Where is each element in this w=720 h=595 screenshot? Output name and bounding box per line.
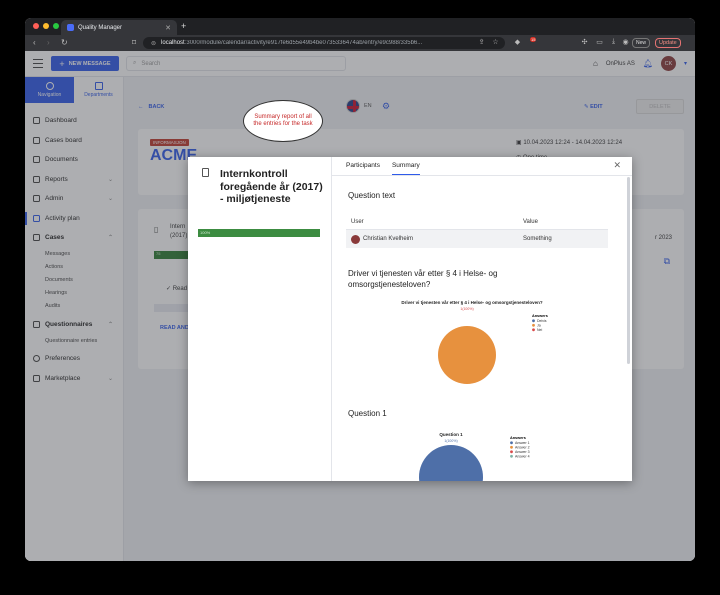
tab-title: Quality Manager [78, 24, 123, 31]
browser-update-button[interactable]: Update [655, 38, 681, 48]
chart-data-label: 1(100%) [444, 439, 457, 443]
address-bar-row: ‹ › ↻ ⌑ ⊜ localhost:3000/module/calendar… [25, 35, 695, 51]
question-text-heading: Question text [348, 191, 396, 200]
forward-arrow-icon[interactable]: › [47, 38, 50, 47]
pie-slices [419, 445, 483, 481]
pie-chart-question: Driver vi tjenesten vår etter § 4 i Hels… [401, 299, 548, 384]
question-heading: Driver vi tjenesten vår etter § 4 i Hels… [348, 269, 498, 289]
modal-tabs: Participants Summary [346, 160, 420, 176]
url-host: localhost [161, 40, 185, 46]
legend-marker [510, 441, 513, 445]
legend-label: Ja [537, 324, 541, 328]
chart-legend: AnswersDelvisJaNei [532, 314, 548, 332]
completion-progress-bar: 100% [198, 229, 320, 237]
legend-marker [510, 450, 513, 454]
tab-summary[interactable]: Summary [391, 160, 420, 176]
close-icon[interactable]: ✕ [613, 160, 621, 171]
answers-table: User Value Christian Kvelheim Something [346, 214, 608, 248]
puzzle-icon[interactable]: ✣ [580, 38, 589, 47]
reload-icon[interactable]: ↻ [61, 38, 68, 47]
share-icon[interactable]: ⇪ [477, 38, 486, 47]
pie-chart-question-1: Question 1 1(100%) AnswersAnswer 1Answer… [419, 432, 530, 481]
legend-label: Nei [537, 328, 542, 332]
legend-marker [510, 445, 513, 449]
sidebar-panel-icon[interactable]: ▭ [595, 38, 604, 47]
pie-slices [438, 326, 496, 384]
question-1-heading: Question 1 [348, 409, 387, 418]
modal-title: Internkontroll foregående år (2017) - mi… [220, 168, 323, 205]
window-controls [33, 23, 59, 29]
table-row: Christian Kvelheim Something [346, 230, 608, 248]
user-avatar [351, 234, 360, 244]
legend-title: Answers [532, 314, 548, 318]
close-window-button[interactable] [33, 23, 39, 29]
legend-marker [532, 323, 535, 327]
column-user: User [351, 218, 364, 225]
browser-tab[interactable]: Quality Manager ✕ [61, 20, 177, 35]
modal-left-panel: Internkontroll foregående år (2017) - mi… [188, 157, 332, 481]
minimize-window-button[interactable] [43, 23, 49, 29]
tab-participants[interactable]: Participants [346, 160, 380, 176]
document-icon [202, 168, 209, 177]
modal-right-panel: Participants Summary ✕ Question text Use… [332, 157, 632, 481]
legend-label: Answer 2 [515, 446, 530, 450]
back-arrow-icon[interactable]: ‹ [33, 38, 36, 47]
chart-legend: AnswersAnswer 1Answer 2Answer 3Answer 4 [510, 436, 530, 459]
chart-title: Question 1 [439, 432, 463, 437]
column-value: Value [523, 218, 538, 225]
legend-label: Answer 3 [515, 450, 530, 454]
extension-icon[interactable]: ◆ [513, 38, 522, 47]
chart-data-label: 1(100%) [460, 307, 473, 311]
summary-modal: Internkontroll foregående år (2017) - mi… [188, 157, 632, 481]
legend-marker [532, 319, 535, 323]
maximize-window-button[interactable] [53, 23, 59, 29]
site-info-icon[interactable]: ⊜ [151, 40, 156, 47]
legend-title: Answers [510, 436, 526, 440]
browser-tab-bar: Quality Manager ✕ + [25, 18, 695, 35]
table-header: User Value [346, 214, 608, 230]
legend-marker [532, 328, 535, 332]
url-field[interactable]: ⊜ localhost:3000/module/calendar/activit… [143, 37, 505, 49]
pie-slice-ja [438, 326, 496, 384]
url-path: :3000/module/calendar/activity/e917fe6d5… [184, 40, 423, 46]
bookmark-icon[interactable]: ⌑ [132, 38, 136, 47]
extension-badge: 15 [530, 37, 537, 42]
cell-user: Christian Kvelheim [351, 234, 523, 244]
annotation-callout: Summary report of all the entries for th… [243, 100, 323, 142]
cell-value: Something [523, 236, 552, 242]
download-icon[interactable]: ⤓ [609, 38, 618, 47]
chart-title: Driver vi tjenesten vår etter § 4 i Hels… [401, 299, 543, 305]
legend-label: Answer 4 [515, 455, 530, 459]
pie-slice-answer-1 [419, 445, 483, 481]
user-name: Christian Kvelheim [363, 236, 414, 242]
tab-divider [332, 175, 632, 176]
legend-marker [510, 454, 513, 458]
browser-new-button[interactable]: New [632, 38, 651, 48]
profile-icon[interactable]: ◉ [621, 38, 630, 47]
legend-label: Answer 1 [515, 441, 530, 445]
close-tab-icon[interactable]: ✕ [165, 24, 171, 32]
new-tab-icon[interactable]: + [181, 21, 186, 31]
favicon-icon [67, 24, 74, 31]
star-icon[interactable]: ☆ [491, 38, 500, 47]
modal-scrollbar[interactable] [627, 177, 630, 364]
legend-label: Delvis [537, 319, 547, 323]
